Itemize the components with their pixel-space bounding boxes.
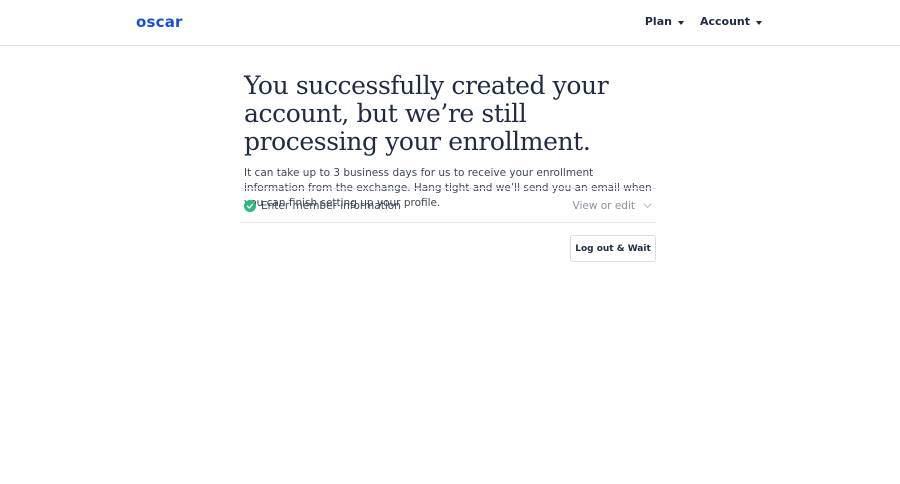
top-header: oscar Plan Account [0,0,900,46]
page-title: You successfully created your account, b… [244,71,609,156]
step-label: Enter member information [261,199,401,212]
enrollment-step-row: Enter member information View or edit [240,188,656,223]
chevron-down-icon [643,203,652,209]
nav-account-label: Account [699,15,750,28]
top-nav: Plan Account [645,14,762,30]
log-out-and-wait-button[interactable]: Log out & Wait [570,235,656,262]
nav-plan[interactable]: Plan [645,14,684,30]
view-or-edit-link[interactable]: View or edit [573,200,653,212]
nav-plan-label: Plan [644,15,672,28]
main-content: You successfully created your account, b… [240,71,656,262]
caret-down-icon [756,20,762,25]
view-or-edit-label: View or edit [572,199,636,212]
caret-down-icon [677,20,684,25]
oscar-logo[interactable]: oscar [136,12,183,32]
nav-account[interactable]: Account [700,14,762,30]
check-circle-icon [244,199,256,212]
